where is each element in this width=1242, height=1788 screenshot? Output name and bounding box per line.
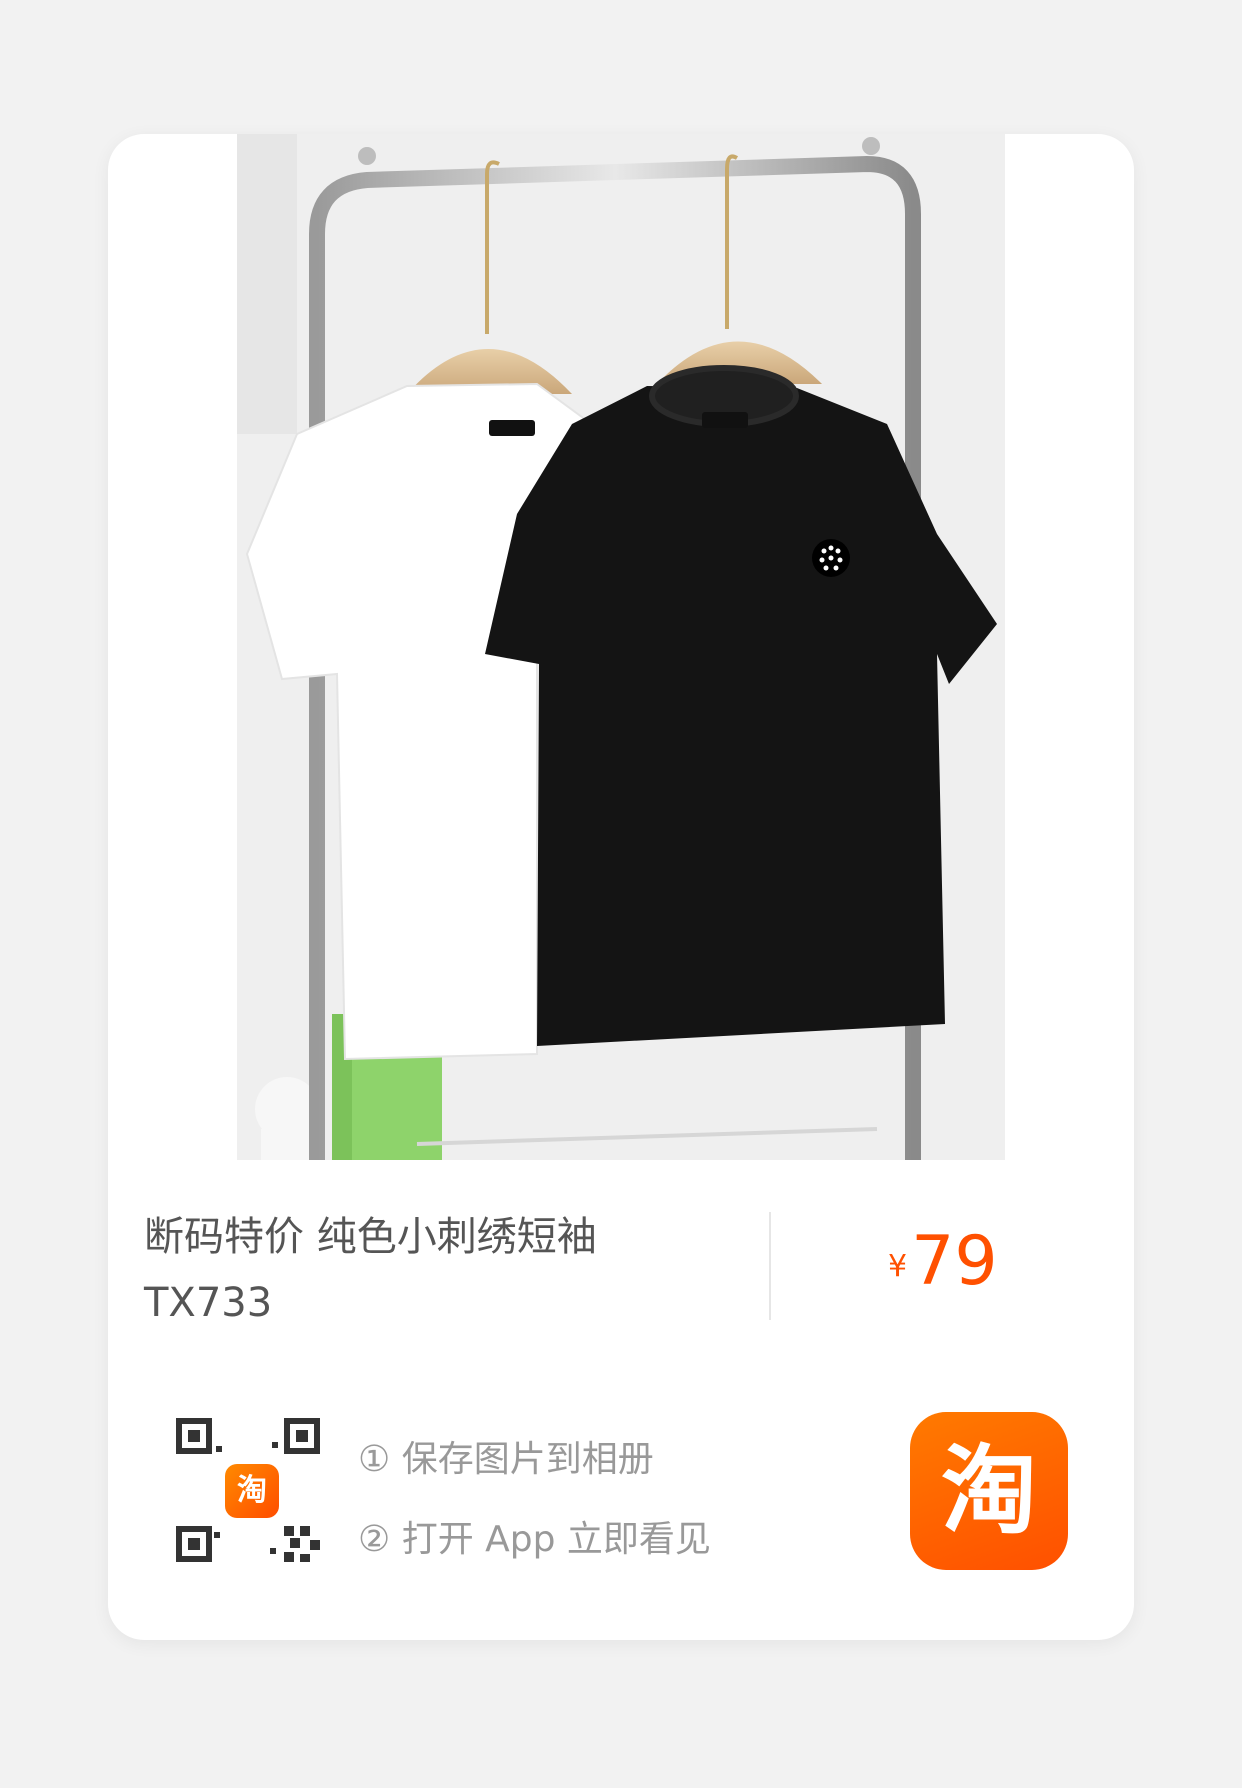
taobao-badge-icon: 淘 [225, 1464, 279, 1518]
step-save-image: ① 保存图片到相册 [358, 1439, 654, 1480]
price: ¥79 [888, 1222, 998, 1301]
qr-code[interactable]: 淘 [170, 1412, 326, 1568]
price-amount: 79 [911, 1222, 998, 1301]
tshirts-on-rack-image [237, 134, 1005, 1160]
product-title: 断码特价 纯色小刺绣短袖TX733 [144, 1214, 597, 1326]
divider [769, 1212, 771, 1320]
share-instructions: ① 保存图片到相册 ② 打开 App 立即看见 [358, 1420, 711, 1580]
taobao-app-icon[interactable]: 淘 [910, 1412, 1068, 1570]
currency-symbol: ¥ [888, 1249, 908, 1284]
product-share-card: 断码特价 纯色小刺绣短袖TX733 ¥79 淘 ① 保存图片到相册 ② 打开 A… [108, 134, 1134, 1640]
product-photo[interactable] [237, 134, 1005, 1160]
step-open-app: ② 打开 App 立即看见 [358, 1519, 711, 1560]
